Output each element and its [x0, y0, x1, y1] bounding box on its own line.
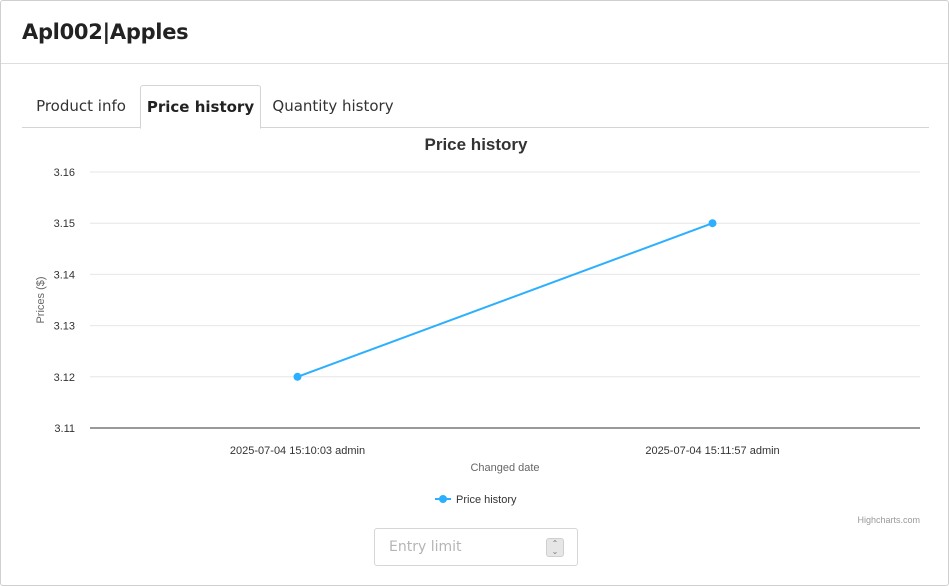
price-history-chart: Price history 3.16 3.15 3.14 3.13 3.12 3.11 Pri…	[22, 128, 929, 528]
x-axis-label: Changed date	[470, 462, 539, 474]
x-tick-label: 2025-07-04 15:11:57 admin	[645, 445, 779, 457]
y-tick-label: 3.16	[54, 167, 75, 179]
entry-limit-input[interactable]	[375, 529, 545, 565]
dialog-header: Apl002|Apples	[1, 1, 948, 64]
tab-product-info[interactable]: Product info	[22, 85, 140, 128]
chart-credits: Highcharts.com	[857, 515, 920, 525]
data-point	[708, 219, 717, 228]
tab-price-history[interactable]: Price history	[140, 85, 261, 129]
data-point	[293, 372, 302, 381]
x-tick-label: 2025-07-04 15:10:03 admin	[230, 445, 365, 457]
y-axis-label: Prices ($)	[35, 276, 47, 323]
legend-marker	[439, 495, 447, 503]
chart-svg: Price history 3.16 3.15 3.14 3.13 3.12 3.11 Pri…	[35, 135, 920, 525]
dialog-frame: Apl002|Apples Product info Price history…	[0, 0, 949, 586]
tab-bar: Product info Price history Quantity hist…	[22, 85, 929, 129]
page-title: Apl002|Apples	[22, 20, 189, 44]
y-tick-label: 3.13	[54, 321, 75, 333]
series-line	[297, 222, 713, 378]
y-tick-label: 3.14	[54, 269, 75, 281]
y-tick-label: 3.12	[54, 372, 75, 384]
entry-limit-field: ⌃ ⌄	[374, 528, 578, 566]
y-tick-label: 3.15	[54, 218, 75, 230]
y-tick-label: 3.11	[54, 423, 75, 435]
chevron-down-icon[interactable]: ⌄	[547, 548, 563, 556]
tab-quantity-history[interactable]: Quantity history	[264, 85, 402, 128]
chart-title: Price history	[425, 135, 529, 154]
entry-limit-stepper[interactable]: ⌃ ⌄	[546, 538, 564, 557]
legend-item-price-history: Price history	[456, 494, 517, 506]
